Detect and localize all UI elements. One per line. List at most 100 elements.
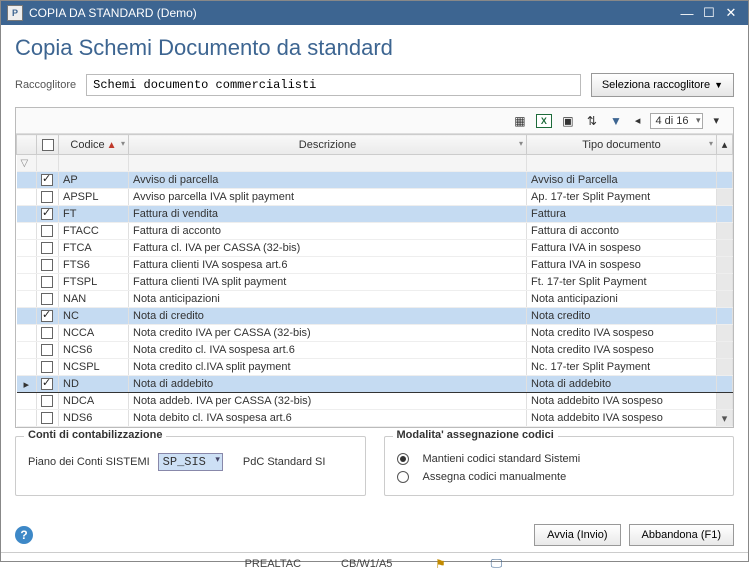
cell-codice: NCSPL [59, 359, 129, 376]
table-row[interactable]: FTACCFattura di accontoFattura di accont… [17, 223, 733, 240]
minimize-button[interactable]: — [676, 4, 698, 22]
row-checkbox[interactable] [41, 344, 53, 356]
row-checkbox[interactable] [41, 242, 53, 254]
pager-display[interactable]: 4 di 16 [650, 113, 703, 129]
row-checkbox-cell[interactable] [37, 325, 59, 342]
window-title: COPIA DA STANDARD (Demo) [29, 6, 676, 20]
select-raccoglitore-button[interactable]: Seleziona raccoglitore ▼ [591, 73, 734, 97]
conti-legend: Conti di contabilizzazione [24, 429, 166, 441]
row-checkbox[interactable] [41, 225, 53, 237]
table-row[interactable]: NCCANota credito IVA per CASSA (32-bis)N… [17, 325, 733, 342]
row-checkbox-cell[interactable] [37, 410, 59, 427]
row-checkbox-cell[interactable] [37, 257, 59, 274]
row-checkbox[interactable] [41, 327, 53, 339]
row-checkbox[interactable] [41, 378, 53, 390]
cell-descrizione: Fattura cl. IVA per CASSA (32-bis) [129, 240, 527, 257]
export-excel-icon[interactable]: X [535, 112, 553, 130]
status-flag-icon[interactable]: ⚑ [432, 556, 448, 572]
cell-descrizione: Fattura clienti IVA split payment [129, 274, 527, 291]
grid-sort-icon[interactable]: ⇅ [583, 112, 601, 130]
help-icon[interactable]: ? [15, 526, 33, 544]
close-button[interactable]: ✕ [720, 4, 742, 22]
radio-mantieni[interactable]: Mantieni codici standard Sistemi [397, 453, 722, 465]
row-checkbox-cell[interactable] [37, 291, 59, 308]
table-row[interactable]: FTS6Fattura clienti IVA sospesa art.6Fat… [17, 257, 733, 274]
row-checkbox[interactable] [41, 174, 53, 186]
cell-descrizione: Fattura di vendita [129, 206, 527, 223]
piano-conti-combo[interactable]: SP_SIS [158, 453, 223, 471]
header-selector[interactable] [17, 135, 37, 155]
table-row[interactable]: NDCANota addeb. IVA per CASSA (32-bis)No… [17, 393, 733, 410]
avvia-button[interactable]: Avvia (Invio) [534, 524, 620, 546]
table-row[interactable]: FTFattura di venditaFattura [17, 206, 733, 223]
row-checkbox-cell[interactable] [37, 240, 59, 257]
row-checkbox-cell[interactable] [37, 342, 59, 359]
cell-descrizione: Nota debito cl. IVA sospesa art.6 [129, 410, 527, 427]
header-descrizione[interactable]: Descrizione▾ [129, 135, 527, 155]
table-row[interactable]: NCNota di creditoNota credito [17, 308, 733, 325]
grid-columns-icon[interactable]: ▦ [511, 112, 529, 130]
table-row[interactable]: APSPLAvviso parcella IVA split paymentAp… [17, 189, 733, 206]
table-row[interactable]: NDS6Nota debito cl. IVA sospesa art.6Not… [17, 410, 733, 427]
grid-layout-icon[interactable]: ▣ [559, 112, 577, 130]
radio-assegna[interactable]: Assegna codici manualmente [397, 471, 722, 483]
pager-prev-icon[interactable]: ◂ [631, 114, 645, 127]
row-checkbox[interactable] [41, 310, 53, 322]
row-checkbox[interactable] [41, 361, 53, 373]
cell-tipo: Avviso di Parcella [527, 172, 717, 189]
row-checkbox[interactable] [41, 191, 53, 203]
select-all-checkbox[interactable] [42, 139, 54, 151]
table-row[interactable]: ▸NDNota di addebitoNota di addebito [17, 376, 733, 393]
scroll-down-icon[interactable]: ▾ [717, 410, 733, 427]
cell-tipo: Nota credito [527, 308, 717, 325]
pager-next-icon[interactable]: ▾ [709, 114, 723, 127]
grid-header-row: Codice▲▾ Descrizione▾ Tipo documento▾ ▴ [17, 135, 733, 155]
row-checkbox[interactable] [41, 276, 53, 288]
conti-panel: Conti di contabilizzazione Piano dei Con… [15, 436, 366, 496]
header-tipo[interactable]: Tipo documento▾ [527, 135, 717, 155]
table-row[interactable]: APAvviso di parcellaAvviso di Parcella [17, 172, 733, 189]
row-checkbox-cell[interactable] [37, 189, 59, 206]
row-checkbox[interactable] [41, 259, 53, 271]
row-checkbox-cell[interactable] [37, 206, 59, 223]
row-indicator [17, 189, 37, 206]
cell-descrizione: Nota anticipazioni [129, 291, 527, 308]
filter-funnel-icon[interactable]: ▽ [17, 155, 37, 172]
cell-codice: NCS6 [59, 342, 129, 359]
header-checkbox[interactable] [37, 135, 59, 155]
row-checkbox[interactable] [41, 412, 53, 424]
row-checkbox[interactable] [41, 395, 53, 407]
chevron-down-icon[interactable]: ▾ [709, 139, 713, 148]
row-checkbox-cell[interactable] [37, 393, 59, 410]
table-row[interactable]: FTSPLFattura clienti IVA split paymentFt… [17, 274, 733, 291]
raccoglitore-input[interactable] [86, 74, 581, 96]
cell-descrizione: Nota di addebito [129, 376, 527, 393]
table-row[interactable]: NCS6Nota credito cl. IVA sospesa art.6No… [17, 342, 733, 359]
row-checkbox-cell[interactable] [37, 274, 59, 291]
row-checkbox-cell[interactable] [37, 359, 59, 376]
chevron-down-icon[interactable]: ▾ [519, 139, 523, 148]
table-row[interactable]: NCSPLNota credito cl.IVA split paymentNc… [17, 359, 733, 376]
radio-icon [397, 453, 409, 465]
data-grid: Codice▲▾ Descrizione▾ Tipo documento▾ ▴ … [16, 134, 733, 427]
scroll-up-icon[interactable]: ▴ [717, 135, 733, 155]
row-checkbox-cell[interactable] [37, 172, 59, 189]
grid-filter-icon[interactable]: ▼ [607, 112, 625, 130]
table-row[interactable]: NANNota anticipazioniNota anticipazioni [17, 291, 733, 308]
header-codice[interactable]: Codice▲▾ [59, 135, 129, 155]
table-row[interactable]: FTCAFattura cl. IVA per CASSA (32-bis)Fa… [17, 240, 733, 257]
row-checkbox[interactable] [41, 208, 53, 220]
chevron-down-icon[interactable]: ▾ [121, 139, 125, 148]
maximize-button[interactable]: ☐ [698, 4, 720, 22]
row-checkbox-cell[interactable] [37, 223, 59, 240]
row-indicator [17, 308, 37, 325]
row-checkbox-cell[interactable] [37, 308, 59, 325]
status-code: CB/W1/A5 [341, 558, 392, 570]
abbandona-button[interactable]: Abbandona (F1) [629, 524, 735, 546]
row-checkbox[interactable] [41, 293, 53, 305]
row-checkbox-cell[interactable] [37, 376, 59, 393]
cell-tipo: Ap. 17-ter Split Payment [527, 189, 717, 206]
status-monitor-icon[interactable]: 🖵 [488, 556, 504, 572]
chevron-down-icon: ▼ [714, 80, 723, 90]
cell-codice: FTS6 [59, 257, 129, 274]
